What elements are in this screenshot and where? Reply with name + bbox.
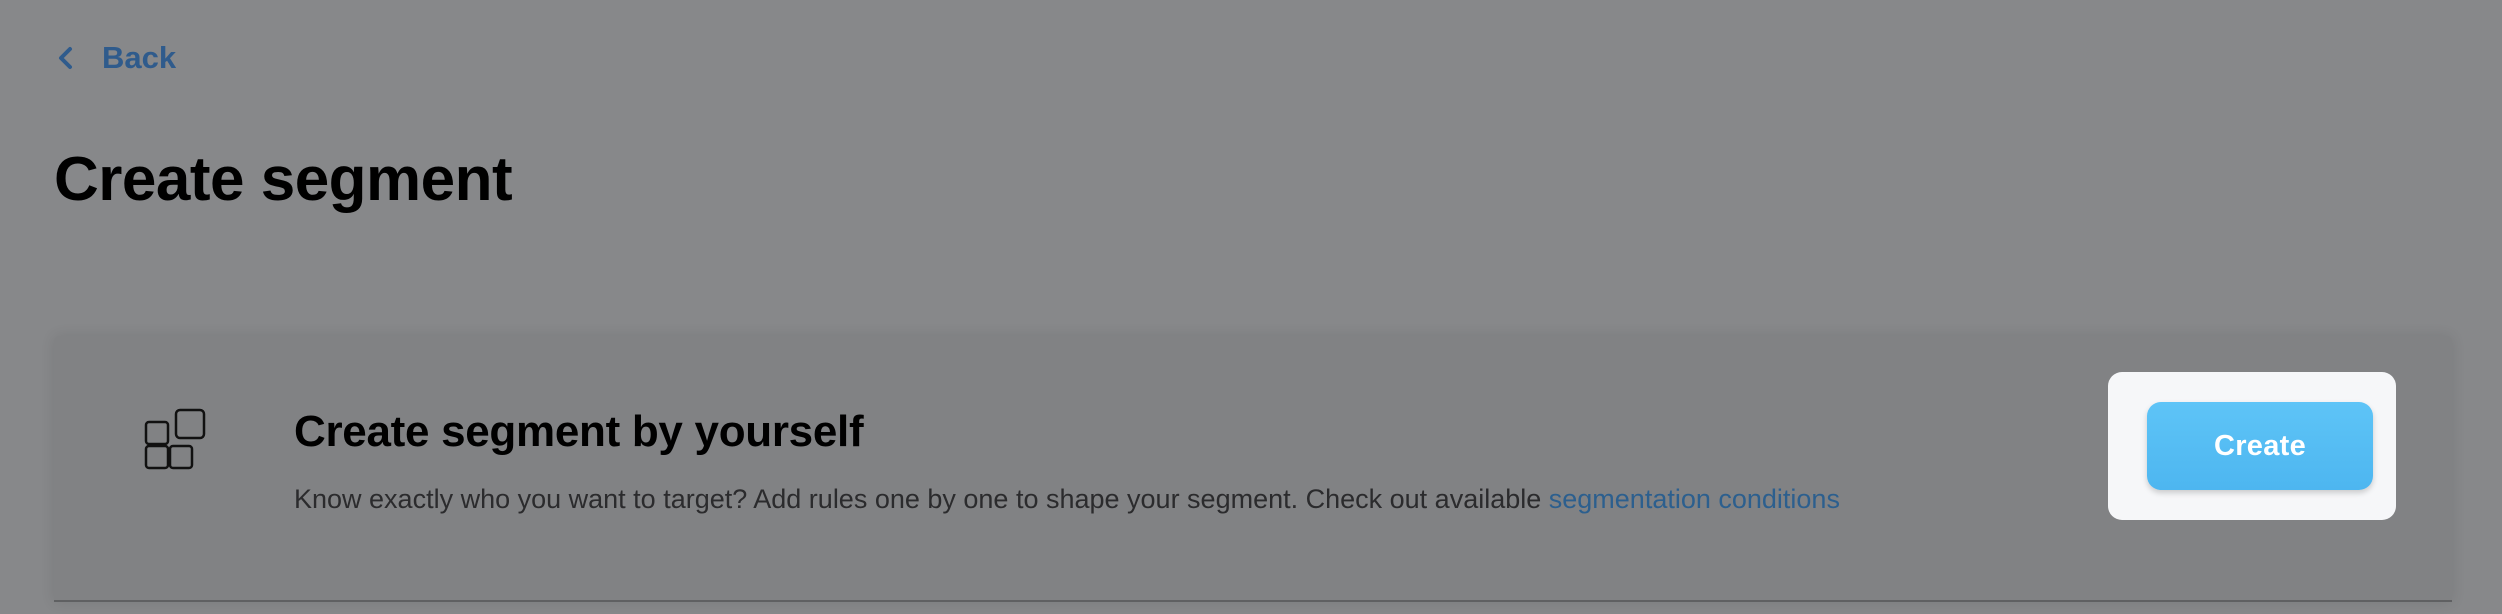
card-title: Create segment by yourself: [294, 407, 864, 456]
create-segment-card: Create segment by yourself Know exactly …: [54, 336, 2452, 602]
create-button[interactable]: Create: [2147, 402, 2373, 490]
card-description-text: Know exactly who you want to target? Add…: [294, 484, 1549, 514]
segmentation-conditions-link[interactable]: segmentation conditions: [1549, 484, 1840, 514]
back-label: Back: [102, 40, 177, 75]
chevron-left-icon: [59, 47, 72, 69]
blocks-icon: [144, 408, 206, 470]
card-description: Know exactly who you want to target? Add…: [294, 482, 1840, 517]
back-link[interactable]: Back: [56, 36, 176, 80]
page-title: Create segment: [54, 145, 513, 214]
